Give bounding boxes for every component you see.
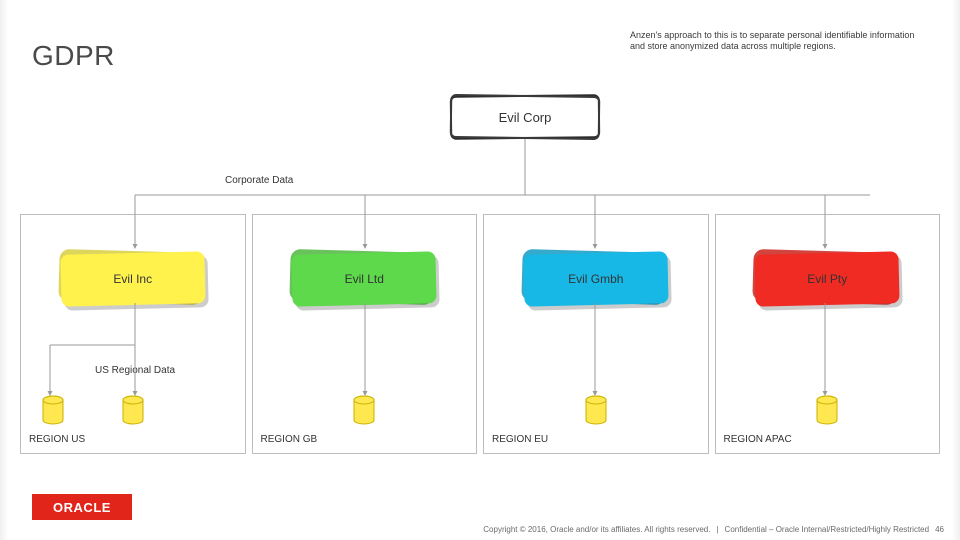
region-label: REGION APAC [724, 434, 792, 445]
region-row: Evil Inc REGION US Evil Ltd REGION GB Ev… [20, 214, 940, 454]
entity-label: Evil Gmbh [568, 272, 623, 286]
entity-evil-pty: Evil Pty [757, 255, 897, 303]
evil-corp-node: Evil Corp [450, 95, 600, 139]
entity-label: Evil Inc [113, 272, 152, 286]
oracle-logo: ORACLE [32, 494, 132, 520]
entity-evil-gmbh: Evil Gmbh [526, 255, 666, 303]
footer-confidential: Confidential – Oracle Internal/Restricte… [725, 525, 930, 534]
entity-label: Evil Ltd [345, 272, 384, 286]
region-apac: Evil Pty REGION APAC [715, 214, 941, 454]
database-icon [584, 395, 608, 425]
region-gb: Evil Ltd REGION GB [252, 214, 478, 454]
footer-copyright: Copyright © 2016, Oracle and/or its affi… [483, 525, 710, 534]
description-text: Anzen's approach to this is to separate … [630, 30, 930, 53]
page-number: 46 [935, 525, 944, 534]
database-icon [352, 395, 376, 425]
page-title: GDPR [32, 40, 115, 72]
region-label: REGION GB [261, 434, 318, 445]
region-label: REGION EU [492, 434, 548, 445]
footer: Copyright © 2016, Oracle and/or its affi… [0, 525, 960, 534]
corporate-data-label: Corporate Data [225, 175, 293, 186]
database-icon [121, 395, 145, 425]
entity-evil-ltd: Evil Ltd [294, 255, 434, 303]
database-icon [815, 395, 839, 425]
region-us: Evil Inc REGION US [20, 214, 246, 454]
region-eu: Evil Gmbh REGION EU [483, 214, 709, 454]
right-shadow [952, 0, 960, 540]
entity-label: Evil Pty [807, 272, 847, 286]
oracle-logo-text: ORACLE [53, 500, 111, 515]
entity-evil-inc: Evil Inc [63, 255, 203, 303]
left-shadow [0, 0, 8, 540]
database-icon [41, 395, 65, 425]
region-label: REGION US [29, 434, 85, 445]
